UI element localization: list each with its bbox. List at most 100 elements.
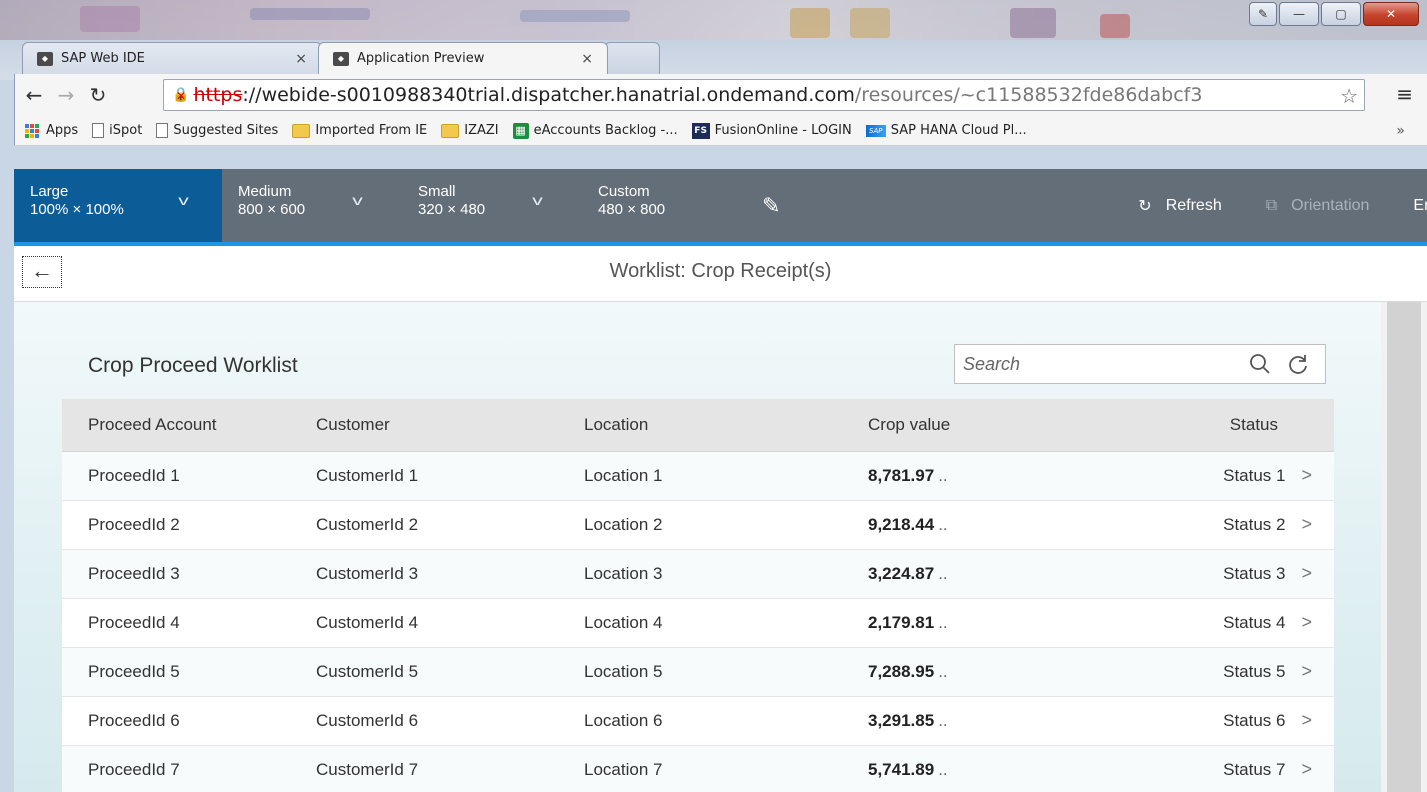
chevron-right-icon[interactable]: >	[1301, 612, 1312, 633]
cell-status: Status 5 >	[1094, 647, 1334, 696]
address-bar[interactable]: 🔒 https://webide-s0010988340trial.dispat…	[163, 79, 1365, 111]
bookmark-suggested-sites[interactable]: Suggested Sites	[156, 123, 278, 138]
orientation-icon: ⧉	[1265, 196, 1278, 214]
column-header-customer: Customer	[316, 399, 584, 452]
device-size: 100% × 100%	[30, 201, 124, 218]
cell-crop-value: 9,218.44..	[868, 500, 1094, 549]
cell-proceed-account: ProceedId 1	[88, 465, 180, 485]
preview-bar-actions: ↻ Refresh ⧉ Orientation En	[1094, 169, 1427, 242]
tab-sap-web-ide[interactable]: ◆ SAP Web IDE ×	[22, 42, 322, 74]
scrollbar-thumb[interactable]	[1387, 302, 1421, 792]
new-tab-button[interactable]	[604, 42, 660, 74]
tab-application-preview[interactable]: ◆ Application Preview ×	[318, 42, 608, 74]
cell-customer: CustomerId 7	[316, 759, 419, 779]
cell-location: Location 2	[584, 514, 663, 534]
device-medium[interactable]: Medium 800 × 600 v	[222, 169, 402, 242]
bookmark-label: eAccounts Backlog -...	[533, 123, 678, 138]
crop-value-suffix: ..	[938, 759, 948, 779]
device-custom[interactable]: Custom 480 × 800	[582, 169, 762, 242]
cell-crop-value: 7,288.95..	[868, 647, 1094, 696]
crop-value: 3,224.87	[868, 563, 935, 583]
edit-pencil-icon[interactable]: ✎	[762, 169, 862, 242]
search-icon[interactable]	[1247, 351, 1273, 377]
column-header-location: Location	[584, 399, 868, 452]
tab-label: SAP Web IDE	[61, 51, 145, 66]
page-icon	[156, 123, 169, 138]
chevron-right-icon[interactable]: >	[1301, 465, 1312, 486]
bookmark-star-icon[interactable]: ☆	[1340, 84, 1358, 108]
chevron-right-icon[interactable]: >	[1301, 759, 1312, 780]
crop-value-suffix: ..	[938, 514, 948, 534]
back-arrow-icon[interactable]: ←	[21, 83, 47, 107]
cell-crop-value: 2,179.81..	[868, 598, 1094, 647]
sap-web-ide-favicon-icon: ◆	[37, 51, 53, 66]
cell-status: Status 1 >	[1094, 451, 1334, 500]
device-small[interactable]: Small 320 × 480 v	[402, 169, 582, 242]
cell-customer: CustomerId 3	[316, 563, 419, 583]
cell-proceed-account: ProceedId 6	[88, 710, 180, 730]
cell-crop-value: 8,781.97..	[868, 451, 1094, 500]
cell-customer: CustomerId 4	[316, 612, 419, 632]
refresh-icon[interactable]	[1285, 351, 1311, 377]
app-header: ← Worklist: Crop Receipt(s)	[14, 246, 1427, 302]
minimize-button[interactable]: —	[1279, 2, 1319, 26]
orientation-button[interactable]: ⧉ Orientation	[1266, 197, 1370, 215]
bookmark-ispot[interactable]: iSpot	[92, 123, 142, 138]
cell-status: Status 6 >	[1094, 696, 1334, 745]
bookmark-sap-hana-cloud[interactable]: SAP SAP HANA Cloud Pl...	[865, 123, 1027, 138]
panel-title: Crop Proceed Worklist	[88, 354, 298, 377]
tab-strip: ◆ SAP Web IDE × ◆ Application Preview ×	[22, 42, 660, 74]
pinned-app-icon[interactable]: ✎	[1249, 2, 1277, 26]
chevron-down-icon[interactable]: v	[532, 191, 543, 209]
table-row[interactable]: ProceedId 2 CustomerId 2 Location 2 9,218.4…	[62, 500, 1334, 549]
tab-close-icon[interactable]: ×	[285, 51, 307, 67]
tab-close-icon[interactable]: ×	[571, 51, 593, 67]
cell-proceed-account: ProceedId 2	[88, 514, 180, 534]
crop-value: 9,218.44	[868, 514, 935, 534]
tab-label: Application Preview	[357, 51, 485, 66]
chevron-down-icon[interactable]: v	[352, 191, 363, 209]
cell-location: Location 6	[584, 710, 663, 730]
application-preview-favicon-icon: ◆	[333, 51, 349, 66]
chevron-right-icon[interactable]: >	[1301, 710, 1312, 731]
url-path: /resources/~c11588532fde86dabcf3	[854, 84, 1203, 106]
cell-location: Location 1	[584, 465, 663, 485]
hamburger-menu-icon[interactable]: ≡	[1396, 82, 1413, 106]
insecure-lock-icon[interactable]: 🔒	[172, 87, 189, 103]
bookmark-label: iSpot	[109, 123, 143, 138]
table-row[interactable]: ProceedId 7 CustomerId 7 Location 7 5,741.8…	[62, 745, 1334, 792]
chevron-right-icon[interactable]: >	[1301, 514, 1312, 535]
sap-icon: SAP	[865, 124, 886, 137]
cell-location: Location 5	[584, 661, 663, 681]
table-row[interactable]: ProceedId 4 CustomerId 4 Location 4 2,179.8…	[62, 598, 1334, 647]
forward-arrow-icon[interactable]: →	[53, 83, 79, 107]
maximize-button[interactable]: ▢	[1321, 2, 1361, 26]
device-size: 480 × 800	[598, 201, 666, 218]
bookmarks-bar: Apps iSpot Suggested Sites Imported From…	[14, 116, 1427, 146]
url-scheme: https	[193, 84, 243, 106]
refresh-button[interactable]: ↻ Refresh	[1138, 196, 1221, 216]
bookmark-eaccounts-backlog[interactable]: ▦ eAccounts Backlog -...	[512, 122, 678, 139]
bookmark-fusiononline[interactable]: FS FusionOnline - LOGIN	[691, 122, 852, 139]
reload-icon[interactable]: ↻	[85, 83, 111, 107]
device-large[interactable]: Large 100% × 100% v	[14, 169, 222, 242]
sheets-icon: ▦	[512, 122, 529, 139]
bookmarks-more-icon[interactable]: »	[1396, 123, 1405, 139]
bookmark-label: Imported From IE	[315, 123, 428, 138]
bookmark-imported-from-ie[interactable]: Imported From IE	[292, 123, 427, 138]
table-row[interactable]: ProceedId 1 CustomerId 1 Location 1 8,781.9…	[62, 451, 1334, 500]
bookmark-izazi[interactable]: IZAZI	[441, 123, 499, 138]
language-button[interactable]: En	[1413, 197, 1427, 215]
close-window-button[interactable]: ✕	[1363, 2, 1419, 26]
scrollbar-track[interactable]	[1381, 302, 1427, 792]
table-row[interactable]: ProceedId 3 CustomerId 3 Location 3 3,224.8…	[62, 549, 1334, 598]
table-row[interactable]: ProceedId 5 CustomerId 5 Location 5 7,288.9…	[62, 647, 1334, 696]
chevron-right-icon[interactable]: >	[1301, 661, 1312, 682]
table-row[interactable]: ProceedId 6 CustomerId 6 Location 6 3,291.8…	[62, 696, 1334, 745]
search-input[interactable]	[963, 351, 1213, 377]
bookmark-apps[interactable]: Apps	[25, 123, 78, 138]
folder-icon	[441, 123, 460, 138]
crop-value-suffix: ..	[938, 661, 948, 681]
chevron-down-icon[interactable]: v	[178, 191, 189, 209]
chevron-right-icon[interactable]: >	[1301, 563, 1312, 584]
